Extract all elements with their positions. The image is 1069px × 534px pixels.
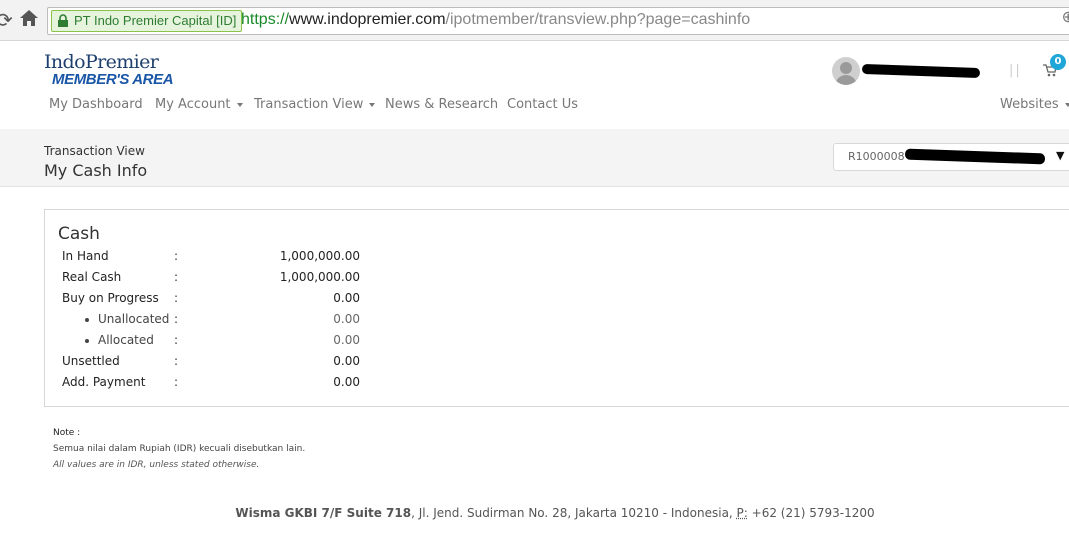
- cash-row-label: Buy on Progress: [62, 291, 159, 305]
- nav-label: News & Research: [385, 97, 499, 112]
- cash-row-value: 0.00: [333, 312, 360, 326]
- nav-label: Transaction View: [254, 97, 364, 112]
- nav-label: My Dashboard: [49, 97, 143, 112]
- footer-street: , Jl. Jend. Sudirman No. 28, Jakarta 102…: [411, 506, 737, 520]
- footer-building: Wisma GKBI 7/F Suite 718: [235, 506, 412, 520]
- cash-row-value: 1,000,000.00: [279, 249, 360, 263]
- cash-row-label: Allocated: [98, 333, 154, 347]
- cash-row-value: 0.00: [333, 375, 360, 389]
- note-english: All values are in IDR, unless stated oth…: [53, 460, 260, 470]
- footer-address: Wisma GKBI 7/F Suite 718, Jl. Jend. Sudi…: [0, 506, 1069, 520]
- redacted-username: [861, 63, 981, 79]
- avatar-body: [835, 75, 857, 85]
- account-select-value: R1000008: [848, 150, 905, 163]
- footer-phone: +62 (21) 5793-1200: [747, 506, 875, 520]
- cash-row-colon: :: [174, 312, 179, 326]
- caret-down-icon: [1064, 102, 1069, 107]
- cash-row-label: Unsettled: [62, 354, 120, 368]
- cash-row-in-hand: In Hand : 1,000,000.00: [45, 249, 405, 269]
- header-separator: ||: [1009, 63, 1022, 78]
- breadcrumb: Transaction View: [44, 144, 145, 158]
- footer-phone-label: P:: [736, 506, 748, 520]
- url-scheme: https://: [241, 11, 290, 28]
- nav-label: My Account: [155, 97, 231, 112]
- bullet-icon: [85, 339, 89, 343]
- cash-row-unsettled: Unsettled : 0.00: [45, 354, 405, 374]
- ev-certificate-badge[interactable]: PT Indo Premier Capital [ID]: [51, 10, 243, 32]
- cash-row-colon: :: [174, 354, 179, 368]
- cash-panel-title: Cash: [58, 224, 100, 244]
- cash-row-unallocated: Unallocated : 0.00: [45, 312, 405, 332]
- cash-row-colon: :: [174, 270, 179, 284]
- url-text: https://www.indopremier.com/ipotmember/t…: [241, 10, 750, 30]
- lock-icon: [58, 14, 68, 27]
- page-title: My Cash Info: [44, 161, 148, 180]
- note-heading: Note :: [53, 428, 81, 438]
- cash-row-value: 0.00: [333, 333, 360, 347]
- avatar-head: [840, 62, 852, 74]
- cash-row-label: Real Cash: [62, 270, 122, 284]
- caret-down-icon: [236, 102, 243, 107]
- user-avatar[interactable]: [832, 57, 860, 85]
- cash-row-label: Unallocated: [98, 312, 170, 326]
- bullet-icon: [85, 318, 89, 322]
- cash-panel: Cash In Hand : 1,000,000.00 Real Cash : …: [44, 209, 1069, 407]
- cash-row-label: Add. Payment: [62, 375, 146, 389]
- browser-toolbar: ⟳ PT Indo Premier Capital [ID] https://w…: [0, 0, 1069, 41]
- nav-label: Contact Us: [507, 97, 578, 112]
- reload-icon[interactable]: ⟳: [0, 8, 13, 32]
- nav-transaction-view[interactable]: Transaction View: [254, 97, 376, 112]
- nav-label: Websites: [1000, 97, 1059, 112]
- address-bar[interactable]: PT Indo Premier Capital [ID] https://www…: [47, 7, 1069, 35]
- nav-news-research[interactable]: News & Research: [385, 97, 498, 112]
- cash-row-real-cash: Real Cash : 1,000,000.00: [45, 270, 405, 290]
- cash-row-colon: :: [174, 249, 179, 263]
- note-indonesian: Semua nilai dalam Rupiah (IDR) kecuali d…: [53, 444, 306, 454]
- home-icon[interactable]: [19, 8, 39, 28]
- ev-label: PT Indo Premier Capital [ID]: [74, 13, 237, 28]
- cart-count-badge: 0: [1050, 54, 1066, 70]
- url-host: www.indopremier.com: [289, 11, 446, 28]
- logo-subtitle: MEMBER'S AREA: [52, 71, 174, 88]
- cash-row-colon: :: [174, 375, 179, 389]
- cash-row-value: 0.00: [333, 354, 360, 368]
- cash-row-colon: :: [174, 291, 179, 305]
- logo-wordmark: IndoPremier: [44, 51, 159, 73]
- nav-contact-us[interactable]: Contact Us: [507, 97, 578, 112]
- cash-row-label: In Hand: [62, 249, 109, 263]
- cash-row-buy-on-progress: Buy on Progress : 0.00: [45, 291, 405, 311]
- nav-websites[interactable]: Websites: [1000, 97, 1069, 112]
- cash-row-allocated: Allocated : 0.00: [45, 333, 405, 353]
- cash-row-value: 1,000,000.00: [279, 270, 360, 284]
- site-logo[interactable]: IndoPremier MEMBER'S AREA: [44, 51, 174, 88]
- zoom-icon[interactable]: ⊕: [1062, 7, 1069, 26]
- caret-down-icon: [369, 102, 376, 107]
- nav-my-dashboard[interactable]: My Dashboard: [49, 97, 143, 112]
- nav-my-account[interactable]: My Account: [155, 97, 243, 112]
- cash-row-colon: :: [174, 333, 179, 347]
- dropdown-arrow-icon: ▼: [1056, 149, 1065, 162]
- url-path: /ipotmember/transview.php?page=cashinfo: [445, 11, 751, 28]
- cash-row-add-payment: Add. Payment : 0.00: [45, 375, 405, 395]
- cash-row-value: 0.00: [333, 291, 360, 305]
